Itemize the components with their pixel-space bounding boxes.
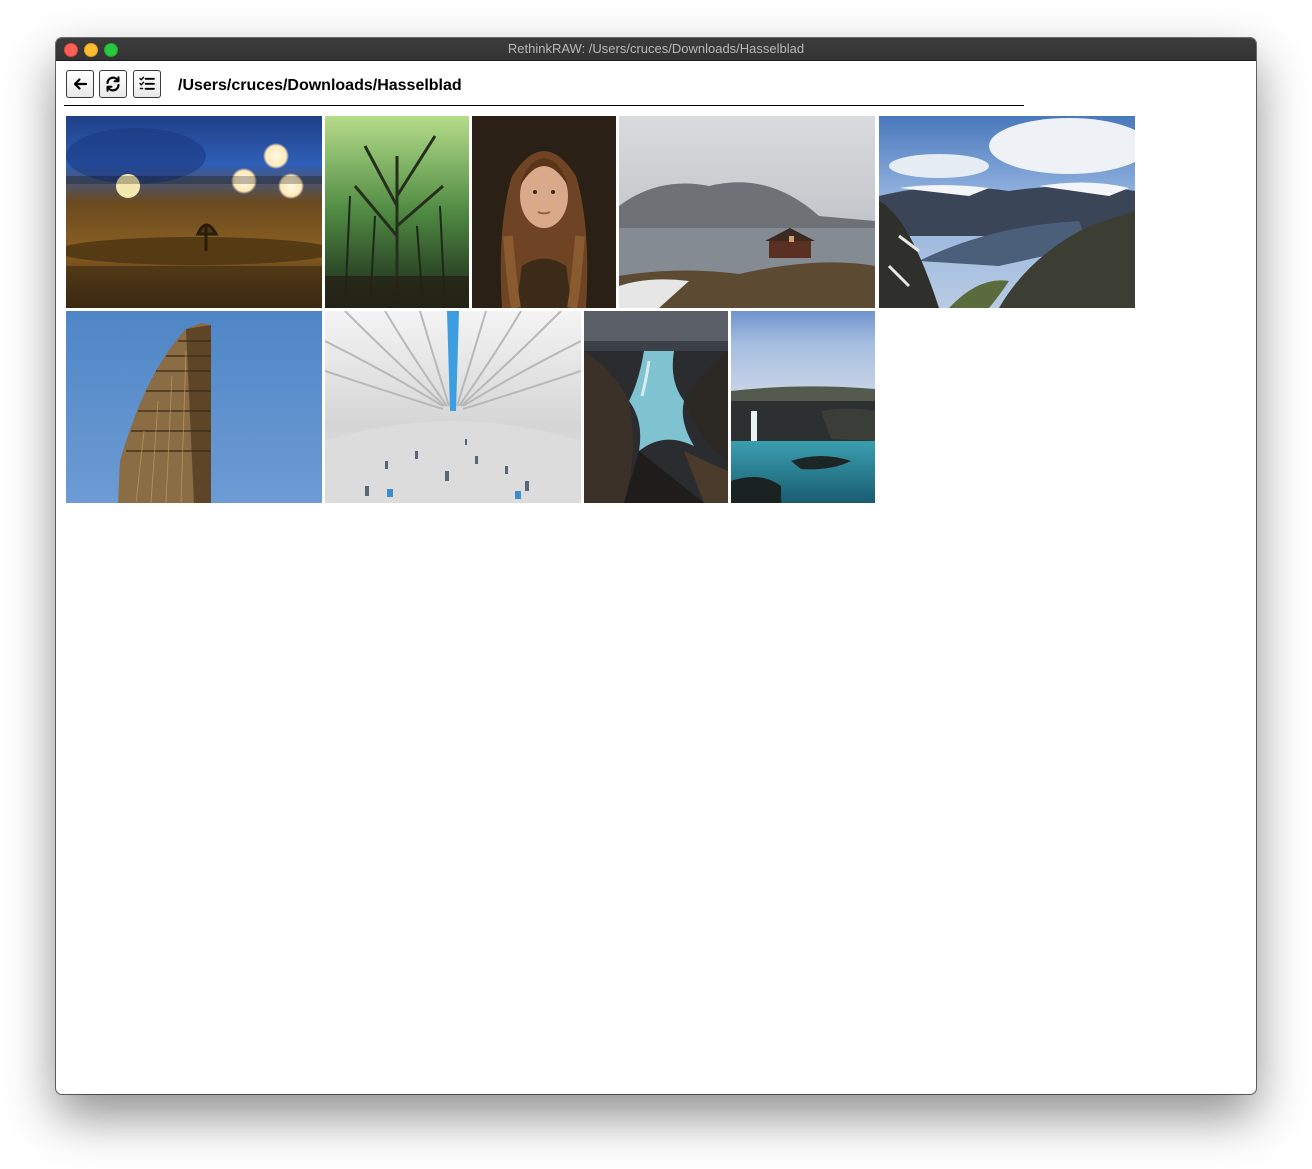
refresh-icon [106,76,120,92]
photo-thumbnail[interactable] [879,116,1135,308]
photo-river-canyon [584,311,728,503]
photo-thumbnail[interactable] [472,116,616,308]
arrow-left-icon [73,78,88,90]
photo-fjord [879,116,1135,308]
window-title: RethinkRAW: /Users/cruces/Downloads/Hass… [507,41,805,56]
photo-thumbnail[interactable] [731,311,875,503]
back-button[interactable] [66,70,94,98]
photo-forest [325,116,469,308]
photo-oculus [325,311,581,503]
folder-path: /Users/cruces/Downloads/Hasselblad [178,77,462,94]
photo-thumbnail[interactable] [584,311,728,503]
toolbar: /Users/cruces/Downloads/Hasselblad [64,69,1024,106]
refresh-button[interactable] [99,70,127,98]
photo-flatiron [66,311,322,503]
tasks-icon [139,76,155,90]
photo-waterfall [731,311,875,503]
photo-thumbnail[interactable] [66,116,322,308]
photo-thumbnail[interactable] [325,311,581,503]
photo-portrait [472,116,616,308]
batch-tasks-button[interactable] [133,70,161,98]
photo-thumbnail[interactable] [66,311,322,503]
photo-thumbnail[interactable] [325,116,469,308]
photo-thumbnail[interactable] [619,116,875,308]
app-window: RethinkRAW: /Users/cruces/Downloads/Hass… [56,38,1256,1094]
photo-lake-cabin [619,116,875,308]
photo-tree-bokeh [66,116,322,308]
title-bar: RethinkRAW: /Users/cruces/Downloads/Hass… [56,38,1256,61]
